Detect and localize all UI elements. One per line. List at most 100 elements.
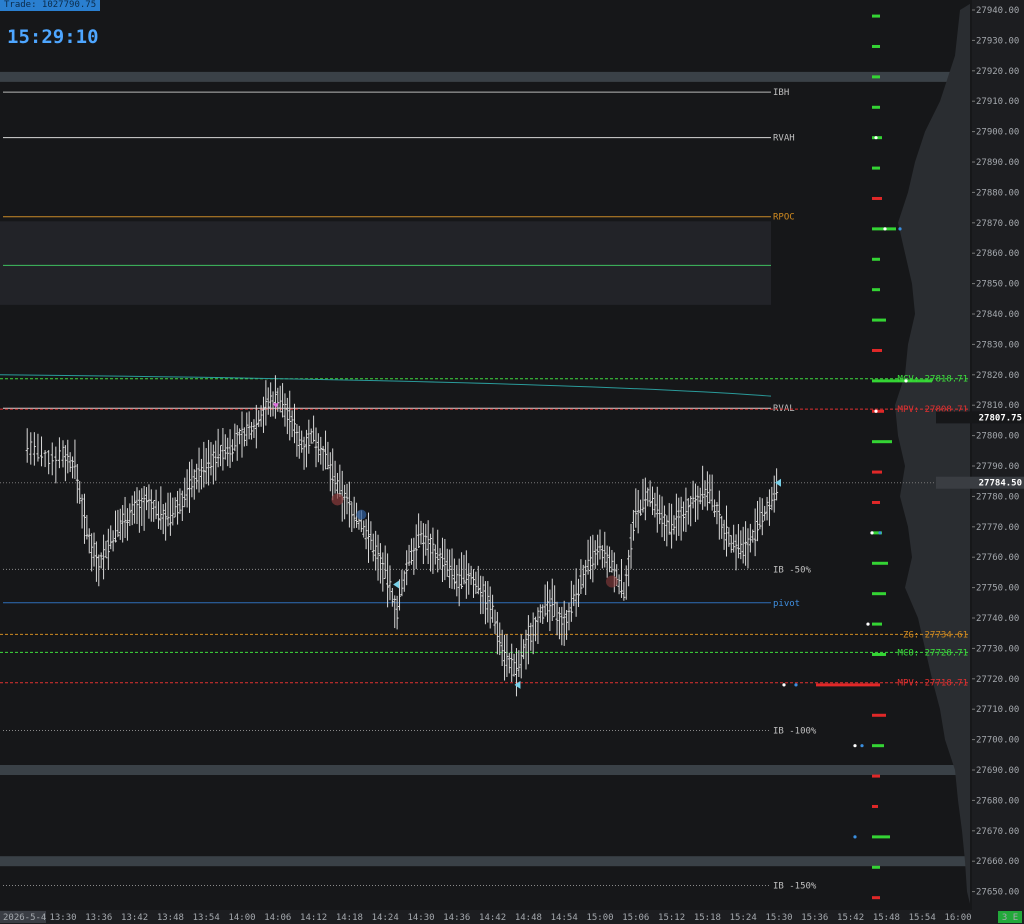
time-axis[interactable]: 2026-5-4 13:30 13:36 13:42 13:48 13:54 14:00 14… bbox=[0, 910, 1024, 924]
time-tick-label: 14:12 bbox=[300, 913, 327, 923]
level-label: IB -150% bbox=[773, 882, 817, 892]
order-flow-dot bbox=[860, 744, 864, 748]
price-tick-label: 27680.00 bbox=[976, 796, 1019, 806]
profile-volume-bar bbox=[872, 622, 882, 626]
price-chart[interactable]: IBHRVAHRPOCRVALIB -50%pivotIB -100%IB -1… bbox=[0, 0, 1024, 924]
absorption-bubble bbox=[356, 509, 367, 520]
chart-background bbox=[0, 0, 1024, 924]
time-tick-label: 14:42 bbox=[479, 913, 506, 923]
profile-volume-bar bbox=[872, 835, 890, 839]
price-tick-label: 27670.00 bbox=[976, 827, 1019, 837]
price-tick-label: 27930.00 bbox=[976, 36, 1019, 46]
profile-volume-bar bbox=[872, 318, 886, 322]
time-tick-label: 15:18 bbox=[694, 913, 721, 923]
time-tick-label: 15:48 bbox=[873, 913, 900, 923]
profile-volume-bar bbox=[872, 14, 880, 18]
profile-level-label: MCO: 27728.71 bbox=[898, 648, 968, 658]
price-tick-label: 27830.00 bbox=[976, 340, 1019, 350]
profile-volume-bar bbox=[872, 409, 884, 413]
profile-level-label: ZG: 27734.61 bbox=[903, 630, 968, 640]
price-axis[interactable]: 27650.00 27660.00 27670.00 27680.00 27690.00… bbox=[972, 0, 1024, 910]
price-tag-label: 27784.50 bbox=[979, 479, 1022, 489]
order-flow-dot bbox=[904, 379, 908, 383]
order-flow-dot bbox=[870, 531, 874, 535]
time-tick-label: 14:36 bbox=[443, 913, 470, 923]
profile-volume-bar bbox=[872, 288, 880, 292]
price-tick-label: 27730.00 bbox=[976, 644, 1019, 654]
value-area-box bbox=[0, 221, 771, 305]
absorption-bubble bbox=[331, 493, 344, 506]
order-flow-dot bbox=[874, 136, 878, 140]
price-tick-label: 27770.00 bbox=[976, 523, 1019, 533]
profile-level-label: MPV: 27718.71 bbox=[898, 679, 968, 689]
date-label: 2026-5-4 bbox=[3, 913, 46, 923]
order-flow-dot bbox=[883, 227, 887, 231]
ib-band bbox=[0, 765, 970, 775]
profile-volume-bar bbox=[872, 75, 880, 79]
profile-volume-bar bbox=[872, 196, 882, 200]
order-flow-dot bbox=[794, 683, 798, 687]
price-tick-label: 27850.00 bbox=[976, 280, 1019, 290]
price-tick-label: 27760.00 bbox=[976, 553, 1019, 563]
time-tick-label: 16:00 bbox=[944, 913, 971, 923]
price-tick-label: 27720.00 bbox=[976, 675, 1019, 685]
profile-volume-bar bbox=[872, 561, 888, 565]
order-flow-dot bbox=[853, 744, 857, 748]
time-tick-label: 15:42 bbox=[837, 913, 864, 923]
price-tick-label: 27880.00 bbox=[976, 188, 1019, 198]
price-tick-label: 27690.00 bbox=[976, 766, 1019, 776]
level-label: IB -50% bbox=[773, 565, 812, 575]
profile-volume-bar bbox=[872, 652, 886, 656]
price-tick-label: 27940.00 bbox=[976, 6, 1019, 16]
level-label: IBH bbox=[773, 88, 789, 98]
time-tick-label: 13:30 bbox=[49, 913, 76, 923]
price-tick-label: 27820.00 bbox=[976, 371, 1019, 381]
time-tick-label: 13:36 bbox=[85, 913, 112, 923]
time-tick-label: 15:00 bbox=[586, 913, 613, 923]
profile-volume-bar bbox=[872, 865, 880, 869]
profile-volume-bar bbox=[872, 348, 882, 352]
profile-volume-bar bbox=[872, 592, 886, 596]
time-tick-label: 14:30 bbox=[407, 913, 434, 923]
profile-volume-bar bbox=[872, 257, 880, 261]
price-tick-label: 27920.00 bbox=[976, 67, 1019, 77]
price-tick-label: 27700.00 bbox=[976, 736, 1019, 746]
price-tick-label: 27780.00 bbox=[976, 492, 1019, 502]
profile-volume-bar bbox=[872, 470, 882, 474]
time-tick-label: 15:06 bbox=[622, 913, 649, 923]
level-label: pivot bbox=[773, 599, 800, 609]
time-tick-label: 14:48 bbox=[515, 913, 542, 923]
time-tick-label: 13:48 bbox=[157, 913, 184, 923]
order-flow-dot bbox=[878, 531, 882, 535]
profile-volume-bar bbox=[872, 500, 880, 504]
price-tick-label: 27710.00 bbox=[976, 705, 1019, 715]
profile-volume-bar bbox=[872, 744, 884, 748]
time-tick-label: 15:30 bbox=[765, 913, 792, 923]
profile-volume-bar bbox=[872, 44, 880, 48]
price-tick-label: 27860.00 bbox=[976, 249, 1019, 259]
order-flow-dot bbox=[853, 835, 857, 839]
trade-badge: Trade: 1027790.75 bbox=[0, 0, 101, 11]
absorption-bubble bbox=[605, 575, 618, 588]
profile-volume-bar bbox=[872, 105, 880, 109]
price-tick-label: 27740.00 bbox=[976, 614, 1019, 624]
level-label: RPOC bbox=[773, 213, 795, 223]
profile-level-label: MCV: 27818.71 bbox=[898, 375, 968, 385]
price-tick-label: 27900.00 bbox=[976, 128, 1019, 138]
time-tick-label: 15:12 bbox=[658, 913, 685, 923]
profile-volume-bar bbox=[816, 683, 880, 687]
profile-volume-bar bbox=[872, 804, 878, 808]
price-tick-label: 27890.00 bbox=[976, 158, 1019, 168]
time-tick-label: 15:54 bbox=[909, 913, 936, 923]
order-flow-dot bbox=[898, 227, 902, 231]
corner-badge-label: 3 E bbox=[1002, 913, 1018, 923]
level-label: IB -100% bbox=[773, 726, 817, 736]
price-tick-label: 27650.00 bbox=[976, 888, 1019, 898]
price-tick-label: 27840.00 bbox=[976, 310, 1019, 320]
price-tick-label: 27870.00 bbox=[976, 219, 1019, 229]
price-tick-label: 27750.00 bbox=[976, 584, 1019, 594]
profile-volume-bar bbox=[872, 166, 880, 170]
time-tick-label: 14:06 bbox=[264, 913, 291, 923]
time-tick-label: 15:24 bbox=[730, 913, 757, 923]
time-tick-label: 15:36 bbox=[801, 913, 828, 923]
